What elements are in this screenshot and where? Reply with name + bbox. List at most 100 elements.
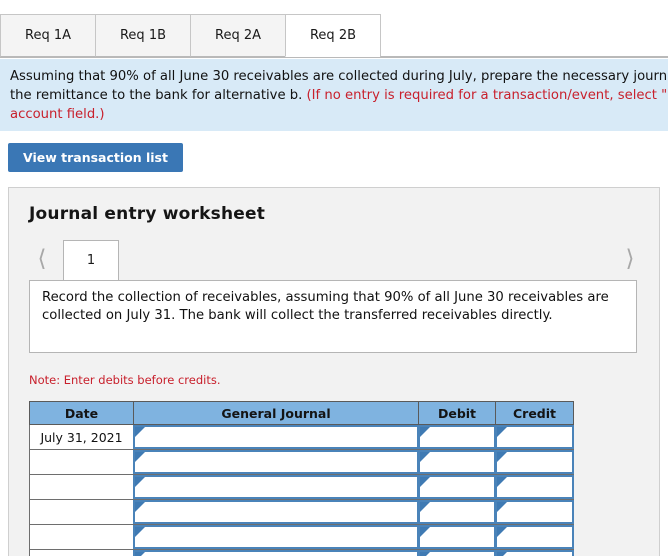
cell-marker-icon [420, 452, 430, 462]
column-header-date: Date [29, 401, 134, 425]
entry-description-box: Record the collection of receivables, as… [29, 280, 637, 353]
cell-debit[interactable] [418, 524, 496, 550]
cell-marker-icon [420, 527, 430, 537]
cell-general-journal[interactable] [133, 424, 419, 450]
worksheet-page-tab-1[interactable]: 1 [63, 240, 119, 280]
general-journal-input[interactable] [135, 502, 417, 523]
cell-general-journal[interactable] [133, 549, 419, 556]
cell-debit[interactable] [418, 449, 496, 475]
cell-marker-icon [497, 477, 507, 487]
cell-credit[interactable] [495, 474, 574, 500]
credit-input[interactable] [497, 452, 572, 473]
cell-debit[interactable] [418, 474, 496, 500]
debit-input[interactable] [420, 477, 494, 498]
tabstrip-filler [380, 14, 668, 57]
column-header-credit: Credit [495, 401, 574, 425]
cell-marker-icon [135, 552, 145, 556]
cell-marker-icon [420, 477, 430, 487]
cell-marker-icon [135, 502, 145, 512]
cell-marker-icon [497, 452, 507, 462]
cell-credit[interactable] [495, 499, 574, 525]
cell-general-journal[interactable] [133, 474, 419, 500]
cell-date[interactable] [29, 474, 134, 500]
cell-marker-icon [135, 427, 145, 437]
cell-credit[interactable] [495, 524, 574, 550]
chevron-right-icon[interactable]: ⟩ [617, 244, 643, 274]
debit-input[interactable] [420, 427, 494, 448]
credit-input[interactable] [497, 552, 572, 556]
cell-credit[interactable] [495, 449, 574, 475]
credit-input[interactable] [497, 502, 572, 523]
cell-general-journal[interactable] [133, 449, 419, 475]
debits-before-credits-note: Note: Enter debits before credits. [29, 373, 221, 387]
instructions-line-2-text: the remittance to the bank for alternati… [10, 88, 307, 103]
cell-date[interactable] [29, 524, 134, 550]
cell-marker-icon [135, 452, 145, 462]
table-row [29, 524, 574, 550]
column-header-general-journal: General Journal [133, 401, 419, 425]
cell-marker-icon [420, 552, 430, 556]
journal-entry-page: Req 1A Req 1B Req 2A Req 2B Assuming tha… [0, 0, 668, 556]
instructions-line-2-note: (If no entry is required for a transacti… [306, 88, 668, 103]
worksheet-pager: ⟨ 1 ⟩ [9, 238, 659, 280]
date-input[interactable] [30, 525, 133, 549]
journal-entry-worksheet-panel: Journal entry worksheet ⟨ 1 ⟩ Record the… [8, 187, 660, 556]
general-journal-input[interactable] [135, 527, 417, 548]
cell-debit[interactable] [418, 549, 496, 556]
cell-general-journal[interactable] [133, 524, 419, 550]
table-row [29, 474, 574, 500]
tab-req-2b[interactable]: Req 2B [285, 14, 381, 57]
date-input[interactable] [30, 550, 133, 556]
table-row [29, 499, 574, 525]
cell-date[interactable] [29, 449, 134, 475]
debit-input[interactable] [420, 527, 494, 548]
cell-debit[interactable] [418, 499, 496, 525]
view-transaction-list-button[interactable]: View transaction list [8, 143, 183, 172]
credit-input[interactable] [497, 427, 572, 448]
cell-marker-icon [497, 552, 507, 556]
cell-marker-icon [135, 477, 145, 487]
cell-marker-icon [420, 502, 430, 512]
cell-general-journal[interactable] [133, 499, 419, 525]
instructions-line-3: account field.) [10, 107, 105, 122]
requirement-tabstrip: Req 1A Req 1B Req 2A Req 2B [0, 14, 668, 58]
table-row [29, 449, 574, 475]
cell-credit[interactable] [495, 549, 574, 556]
table-row [29, 424, 574, 450]
column-header-debit: Debit [418, 401, 496, 425]
cell-date[interactable] [29, 499, 134, 525]
tab-req-2a[interactable]: Req 2A [190, 14, 286, 57]
cell-date[interactable] [29, 424, 134, 450]
page-title: Journal entry worksheet [29, 204, 266, 224]
credit-input[interactable] [497, 477, 572, 498]
date-input[interactable] [30, 500, 133, 524]
chevron-left-icon[interactable]: ⟨ [29, 244, 55, 274]
debit-input[interactable] [420, 502, 494, 523]
tab-req-1a[interactable]: Req 1A [0, 14, 96, 57]
general-journal-input[interactable] [135, 552, 417, 556]
cell-marker-icon [497, 527, 507, 537]
tab-req-1b[interactable]: Req 1B [95, 14, 191, 57]
table-header-row: Date General Journal Debit Credit [29, 401, 574, 425]
cell-marker-icon [497, 502, 507, 512]
date-input[interactable] [30, 475, 133, 499]
instructions-line-2: the remittance to the bank for alternati… [10, 86, 667, 105]
general-journal-input[interactable] [135, 427, 417, 448]
cell-marker-icon [420, 427, 430, 437]
cell-debit[interactable] [418, 424, 496, 450]
instructions-banner: Assuming that 90% of all June 30 receiva… [0, 59, 668, 131]
instructions-line-1: Assuming that 90% of all June 30 receiva… [10, 69, 668, 84]
general-journal-input[interactable] [135, 477, 417, 498]
date-input[interactable] [30, 450, 133, 474]
table-row [29, 549, 574, 556]
cell-marker-icon [497, 427, 507, 437]
journal-entry-table: Date General Journal Debit Credit [29, 401, 574, 556]
cell-credit[interactable] [495, 424, 574, 450]
debit-input[interactable] [420, 552, 494, 556]
cell-marker-icon [135, 527, 145, 537]
credit-input[interactable] [497, 527, 572, 548]
debit-input[interactable] [420, 452, 494, 473]
cell-date[interactable] [29, 549, 134, 556]
date-input[interactable] [30, 425, 133, 449]
general-journal-input[interactable] [135, 452, 417, 473]
